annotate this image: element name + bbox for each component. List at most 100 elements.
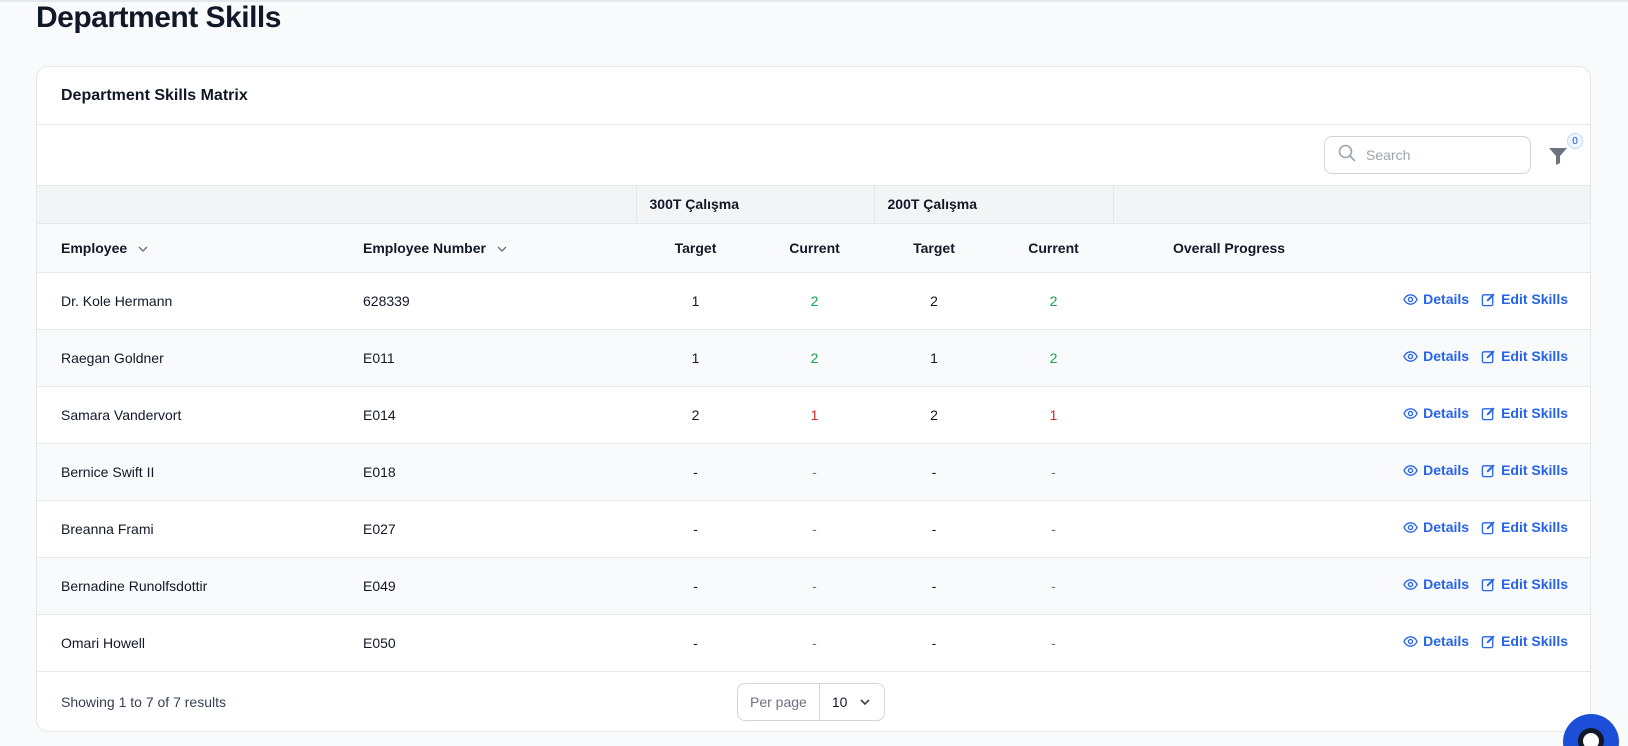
details-link[interactable]: Details [1403,291,1469,307]
eye-icon [1403,292,1423,307]
overall-progress-cell [1113,272,1231,330]
edit-skills-label: Edit Skills [1501,462,1568,479]
employee-name: Dr. Kole Hermann [37,272,339,330]
chat-icon [1578,728,1604,746]
group-header-200t: 200T Çalışma [873,186,1113,224]
details-label: Details [1423,462,1470,479]
per-page-select[interactable]: 10 [820,684,884,720]
300t-target-value: - [636,557,755,615]
300t-current-value: 2 [755,329,874,387]
col-employee-number-label: Employee Number [363,239,486,256]
300t-target-value: 1 [636,329,755,387]
details-label: Details [1423,576,1470,593]
edit-skills-link[interactable]: Edit Skills [1481,405,1568,421]
edit-skills-link[interactable]: Edit Skills [1481,291,1568,307]
edit-icon [1481,292,1501,307]
200t-target-value: - [874,557,994,615]
row-actions: Details Edit Skills [1231,614,1590,672]
edit-skills-link[interactable]: Edit Skills [1481,633,1568,649]
employee-name: Breanna Frami [37,500,339,558]
table-toolbar: 0 [37,125,1590,186]
table-row: Bernice Swift II E018- - - - Details Edit Skil… [37,443,1590,501]
300t-current-value: - [755,500,874,558]
card-title: Department Skills Matrix [61,86,248,104]
group-header-row: 300T Çalışma 200T Çalışma [37,186,1590,224]
employee-number: 628339 [339,272,636,330]
row-actions: Details Edit Skills [1231,500,1590,558]
group-header-empty-right [1112,186,1590,224]
details-link[interactable]: Details [1403,405,1469,421]
200t-current-value: - [994,500,1113,558]
200t-target-value: - [874,500,994,558]
col-200t-target: Target [874,223,994,273]
employee-name: Samara Vandervort [37,386,339,444]
edit-skills-link[interactable]: Edit Skills [1481,519,1568,535]
200t-target-value: - [874,614,994,672]
300t-current-value: - [755,443,874,501]
details-link[interactable]: Details [1403,576,1469,592]
per-page-control: Per page 10 [737,682,885,721]
filter-icon[interactable] [1547,145,1569,167]
search-box[interactable] [1324,136,1531,174]
edit-skills-label: Edit Skills [1501,576,1568,593]
200t-target-value: 2 [874,386,994,444]
overall-progress-cell [1113,500,1231,558]
table-row: Omari Howell E050- - - - Details Edit Skills [37,614,1590,672]
details-link[interactable]: Details [1403,462,1469,478]
overall-progress-cell [1113,329,1231,387]
employee-number: E011 [339,329,636,387]
200t-current-value: 1 [994,386,1113,444]
edit-icon [1481,520,1501,535]
column-header-row: Employee Employee Number Target Current … [37,223,1590,273]
edit-skills-link[interactable]: Edit Skills [1481,576,1568,592]
employee-number: E050 [339,614,636,672]
details-link[interactable]: Details [1403,519,1469,535]
300t-current-value: 1 [755,386,874,444]
skills-matrix-card: Department Skills Matrix 0 300T Çalışma … [36,66,1591,732]
table-row: Breanna Frami E027- - - - Details Edit Skills [37,500,1590,558]
edit-icon [1481,634,1501,649]
col-300t-target: Target [636,223,755,273]
card-header: Department Skills Matrix [37,67,1590,125]
edit-skills-link[interactable]: Edit Skills [1481,462,1568,478]
eye-icon [1403,634,1423,649]
table-body: Dr. Kole Hermann 628339 1 2 2 2 Details Edit Sk… [37,272,1590,672]
200t-current-value: 2 [994,272,1113,330]
details-label: Details [1423,405,1470,422]
eye-icon [1403,406,1423,421]
col-300t-current: Current [755,223,874,273]
details-link[interactable]: Details [1403,633,1469,649]
row-actions: Details Edit Skills [1231,386,1590,444]
edit-icon [1481,406,1501,421]
col-employee[interactable]: Employee [37,223,339,273]
edit-skills-link[interactable]: Edit Skills [1481,348,1568,364]
overall-progress-cell [1113,557,1231,615]
edit-icon [1481,463,1501,478]
chevron-down-icon [497,246,507,252]
skills-table: 300T Çalışma 200T Çalışma Employee Emplo… [37,186,1590,672]
200t-current-value: - [994,614,1113,672]
eye-icon [1403,463,1423,478]
edit-skills-label: Edit Skills [1501,519,1568,536]
200t-current-value: - [994,443,1113,501]
col-employee-number[interactable]: Employee Number [339,223,636,273]
row-actions: Details Edit Skills [1231,443,1590,501]
chevron-down-icon [138,246,148,252]
eye-icon [1403,577,1423,592]
overall-progress-cell [1113,614,1231,672]
employee-name: Bernadine Runolfsdottir [37,557,339,615]
300t-target-value: 1 [636,272,755,330]
overall-progress-cell [1113,386,1231,444]
table-footer: Showing 1 to 7 of 7 results Per page 10 [37,672,1590,732]
search-input[interactable] [1366,147,1516,163]
edit-icon [1481,577,1501,592]
300t-target-value: 2 [636,386,755,444]
300t-target-value: - [636,500,755,558]
employee-number: E049 [339,557,636,615]
col-employee-label: Employee [61,239,128,256]
details-link[interactable]: Details [1403,348,1469,364]
col-200t-current: Current [994,223,1113,273]
200t-target-value: - [874,443,994,501]
table-row: Samara Vandervort E014 2 1 2 1 Details Edit Ski… [37,386,1590,444]
employee-name: Omari Howell [37,614,339,672]
